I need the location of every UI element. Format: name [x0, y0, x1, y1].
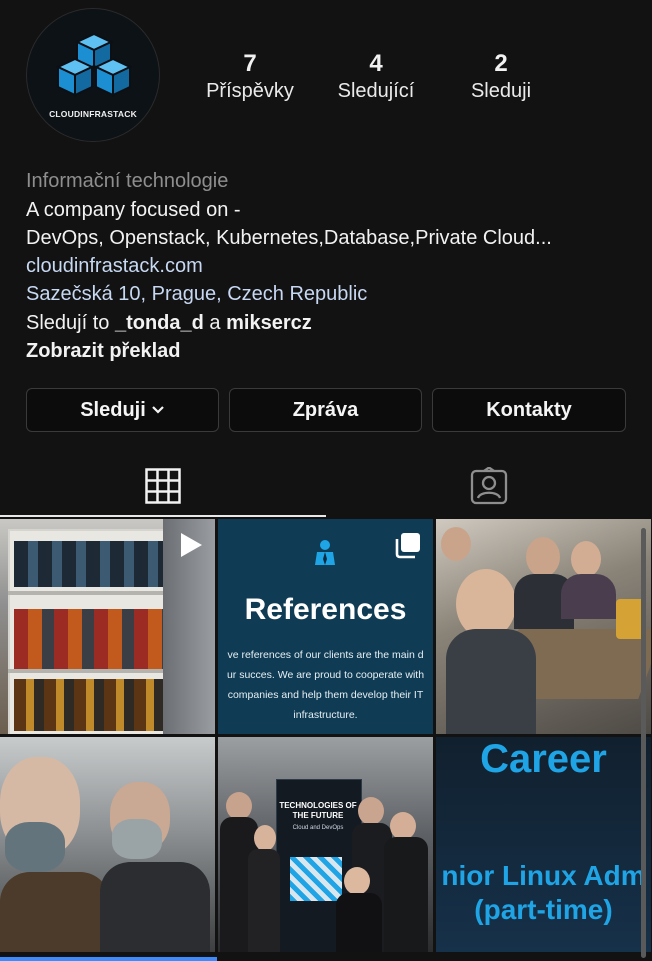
show-translation-link[interactable]: Zobrazit překlad: [26, 337, 180, 365]
scrollbar[interactable]: [641, 528, 646, 958]
person-face-4: [441, 527, 471, 561]
jacket-left: [0, 872, 110, 952]
can-row-1: [14, 541, 164, 587]
post-tile-6[interactable]: Career nior Linux Adm (part-time): [436, 737, 651, 952]
person-body-e: [336, 893, 382, 952]
tab-tagged[interactable]: [326, 455, 652, 517]
person-face-2: [526, 537, 560, 577]
person-face-a: [226, 792, 252, 820]
following-button[interactable]: Sleduji: [26, 388, 219, 432]
contacts-button[interactable]: Kontakty: [432, 388, 626, 432]
person-figure-icon: [315, 540, 335, 565]
person-face-e: [344, 867, 370, 895]
stat-followers-label: Sledující: [337, 80, 415, 102]
followed-by-user-1[interactable]: _tonda_d: [115, 312, 204, 334]
person-face-b: [254, 825, 276, 851]
post-tile-4[interactable]: [0, 737, 215, 952]
respirator-mask-left: [5, 822, 65, 872]
person-face-3: [571, 541, 601, 577]
person-face-c: [358, 797, 384, 825]
message-button[interactable]: Zpráva: [229, 388, 422, 432]
references-text-line-4: infrastructure.: [293, 709, 358, 721]
career-title: Career: [480, 737, 607, 781]
followed-by[interactable]: Sledují to _tonda_d a miksercz: [26, 309, 312, 337]
tagged-person-icon: [470, 467, 508, 505]
post-tile-5[interactable]: TECHNOLOGIES OF THE FUTURE Cloud and Dev…: [218, 737, 433, 952]
followed-by-user-2[interactable]: miksercz: [226, 312, 312, 334]
references-text-line-1: ve references of our clients are the mai…: [227, 649, 424, 661]
post-tile-2[interactable]: References ve references of our clients …: [218, 519, 433, 734]
references-title: References: [244, 593, 407, 626]
tab-posts-grid[interactable]: [0, 455, 326, 517]
post-tile-3[interactable]: [436, 519, 651, 734]
references-text-line-3: companies and help them develop their IT: [227, 689, 424, 701]
avatar-logo-text: CLOUDINFRASTACK: [49, 109, 137, 119]
person-face-d: [390, 812, 416, 840]
message-button-label: Zpráva: [292, 398, 359, 421]
followed-by-prefix: Sledují to: [26, 312, 110, 334]
chevron-down-icon: [152, 406, 164, 414]
career-position-type: (part-time): [474, 894, 613, 925]
person-body-d: [384, 837, 428, 952]
bio-line-1: A company focused on -: [26, 199, 241, 221]
carousel-icon: [395, 533, 420, 559]
person-body-3: [561, 574, 616, 619]
person-body-front: [446, 629, 536, 734]
career-position: nior Linux Adm: [441, 860, 646, 891]
grid-icon: [145, 468, 181, 504]
stat-followers-value: 4: [369, 50, 383, 77]
active-tab-indicator: [0, 515, 326, 517]
jacket-right: [100, 862, 210, 952]
load-progress-bar: [0, 957, 217, 961]
stat-following[interactable]: 2 Sleduji: [436, 50, 566, 104]
banner-title: TECHNOLOGIES OF THE FUTURE: [279, 801, 357, 820]
banner-cube-graphic: [290, 857, 342, 901]
contacts-button-label: Kontakty: [486, 398, 572, 421]
following-button-label: Sleduji: [80, 398, 146, 421]
website-link[interactable]: cloudinfrastack.com: [26, 252, 203, 280]
respirator-mask-right: [112, 819, 162, 859]
bio-line-2[interactable]: DevOps, Openstack, Kubernetes,Database,P…: [26, 224, 552, 252]
cubes-logo-icon: [55, 32, 133, 97]
followed-by-and: a: [209, 312, 221, 334]
address-link[interactable]: Sazečská 10, Prague, Czech Republic: [26, 280, 367, 308]
stat-followers[interactable]: 4 Sledující: [311, 50, 441, 104]
references-text-line-2: ur succes. We are proud to cooperate wit…: [226, 669, 425, 681]
stat-posts[interactable]: 7 Příspěvky: [185, 50, 315, 104]
person-body-b: [248, 849, 280, 952]
stat-following-value: 2: [494, 50, 508, 77]
banner-subtitle: Cloud and DevOps: [292, 825, 344, 831]
stat-following-label: Sleduji: [470, 80, 532, 102]
avatar[interactable]: CLOUDINFRASTACK: [26, 8, 160, 142]
stat-posts-label: Příspěvky: [206, 80, 294, 102]
stat-posts-value: 7: [243, 50, 257, 77]
post-tile-1[interactable]: [0, 519, 215, 734]
video-play-icon: [181, 533, 202, 557]
references-text: ve references of our clients are the mai…: [218, 645, 433, 725]
profile-category: Informační technologie: [26, 170, 229, 192]
